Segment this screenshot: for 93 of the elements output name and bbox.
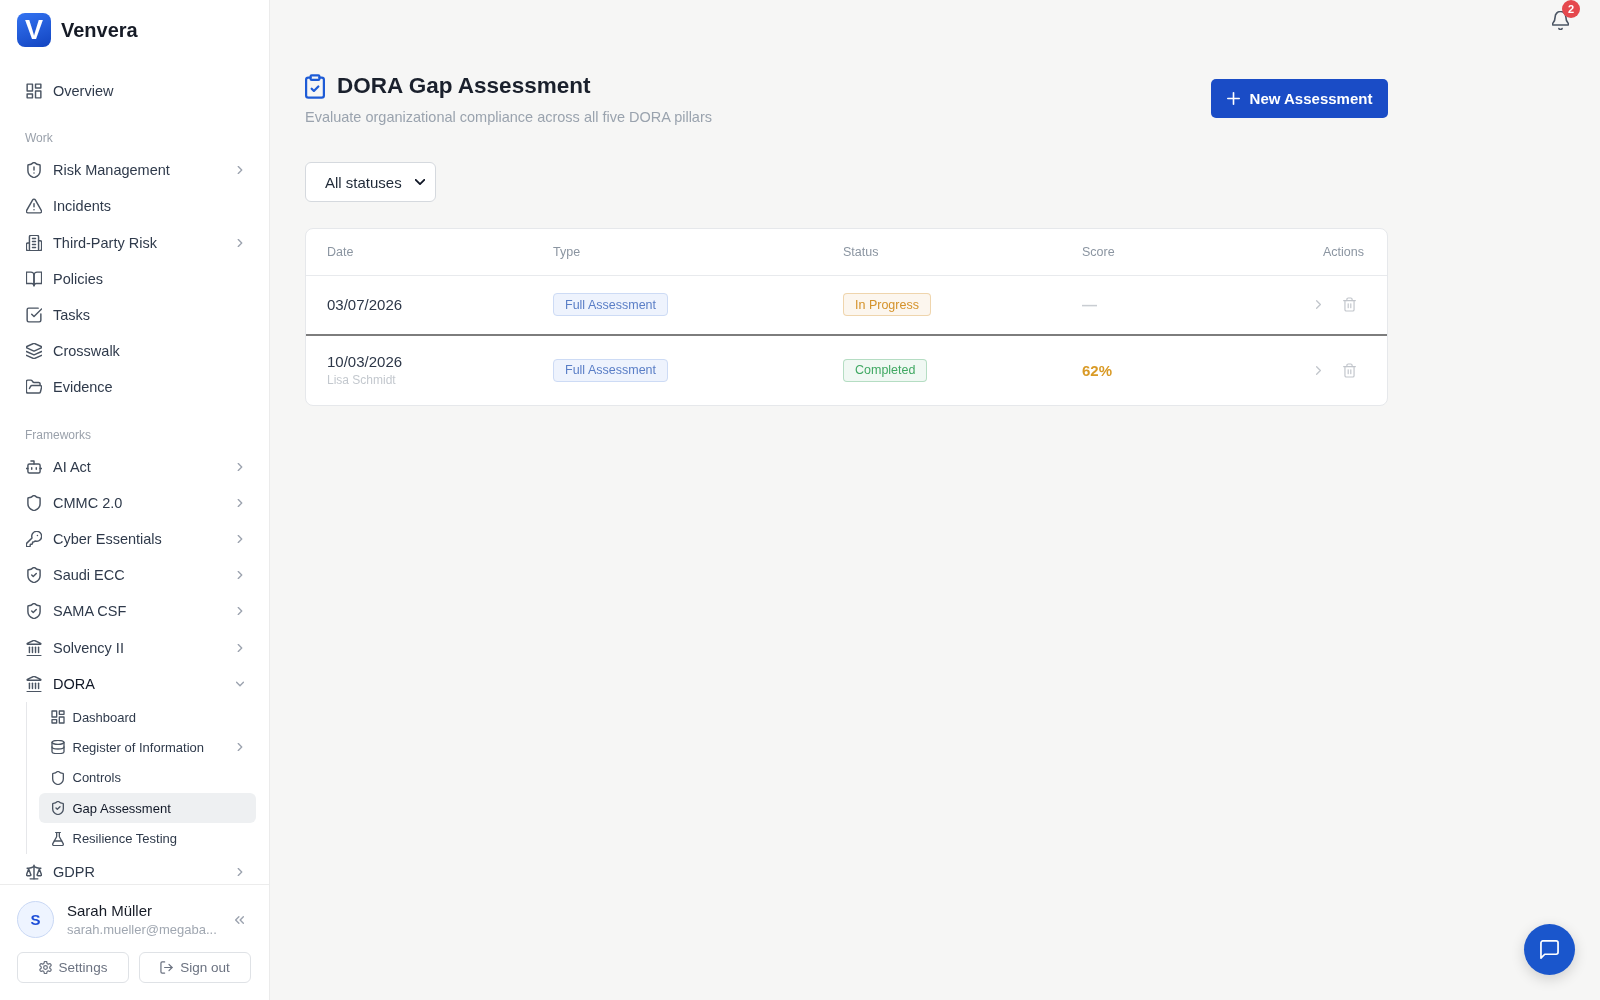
nav-item[interactable]: Policies — [17, 260, 256, 297]
status-badge: Completed — [843, 358, 928, 382]
chevron-right-icon[interactable] — [236, 462, 244, 471]
building-icon — [26, 234, 42, 251]
chevron-right-icon[interactable] — [236, 867, 244, 876]
status-filter-select[interactable]: All statuses — [305, 162, 436, 202]
nav-item[interactable]: Resilience Testing — [39, 823, 256, 854]
page-subtitle: Evaluate organizational compliance across all five DORA pillars — [305, 108, 712, 127]
folder-icon — [26, 379, 42, 396]
chevron-right-icon[interactable] — [1316, 300, 1321, 310]
chevron-right-icon[interactable] — [236, 166, 244, 175]
brand-name: Venvera — [61, 18, 138, 42]
date-text: 10/03/2026 — [327, 353, 403, 370]
chevron-right-icon[interactable] — [236, 498, 244, 507]
page-title: DORA Gap Assessment — [337, 72, 591, 100]
nav-item[interactable]: Saudi ECC — [17, 557, 256, 594]
layers-icon — [26, 343, 42, 360]
shield-exclamation-icon — [26, 162, 42, 179]
nav-item[interactable]: Controls — [39, 762, 256, 793]
column-header: Score — [1082, 245, 1115, 259]
shield-check-icon — [26, 603, 42, 620]
nav-item[interactable]: CMMC 2.0 — [17, 484, 256, 521]
nav-item[interactable]: Incidents — [17, 188, 256, 225]
robot-icon — [26, 458, 42, 475]
layout-grid-icon — [50, 710, 65, 724]
nav-item[interactable]: Overview — [17, 73, 256, 110]
flask-icon — [50, 831, 65, 846]
notification-count: 2 — [1562, 0, 1580, 18]
plus-icon — [1226, 91, 1240, 105]
user-email: sarah.mueller@megaba... — [67, 922, 218, 937]
chevron-down-icon[interactable] — [236, 679, 244, 688]
open-book-icon — [26, 270, 42, 287]
column-header: Status — [843, 245, 879, 259]
shield-icon — [26, 494, 42, 511]
scales-icon — [26, 863, 42, 880]
column-header: Actions — [1323, 245, 1364, 259]
type-tag: Full Assessment — [553, 293, 668, 317]
nav-item[interactable]: Evidence — [17, 369, 256, 406]
bank-icon — [26, 675, 42, 692]
new-assessment-button[interactable]: New Assessment — [1211, 78, 1388, 118]
nav-item[interactable]: Solvency II — [17, 629, 256, 666]
nav-item[interactable]: Crosswalk — [17, 333, 256, 370]
score-text: — — [1082, 296, 1097, 314]
nav-item[interactable]: Register of Information — [39, 732, 256, 763]
column-header: Type — [553, 245, 581, 259]
nav-item[interactable]: Third-Party Risk — [17, 224, 256, 261]
warning-triangle-icon — [26, 198, 42, 215]
nav-item[interactable]: GDPR — [17, 853, 256, 884]
chat-bubble-icon — [1540, 940, 1559, 959]
author-text: Lisa Schmidt — [327, 373, 397, 387]
settings-icon — [38, 961, 52, 974]
section-label: Frameworks — [24, 426, 92, 444]
user-avatar: S — [17, 901, 54, 938]
chevron-right-icon[interactable] — [1316, 365, 1321, 375]
nav-item[interactable]: Tasks — [17, 296, 256, 334]
status-badge: In Progress — [843, 293, 931, 317]
score-text: 62% — [1082, 361, 1113, 379]
user-name: Sarah Müller — [67, 902, 154, 919]
chevron-right-icon[interactable] — [236, 607, 244, 616]
notifications-bell-icon[interactable] — [1552, 11, 1569, 30]
trash-icon[interactable] — [1343, 362, 1356, 378]
nav-item[interactable]: AI Act — [17, 448, 256, 485]
shield-icon — [50, 770, 65, 785]
chevron-right-icon[interactable] — [236, 643, 244, 652]
chevron-right-icon[interactable] — [236, 571, 244, 580]
nav-item[interactable]: Dashboard — [39, 701, 256, 733]
chevron-down-icon — [415, 179, 425, 185]
chevron-right-icon[interactable] — [236, 534, 244, 543]
checkbox-icon — [26, 307, 42, 324]
shield-check-icon — [50, 801, 65, 816]
nav-item[interactable]: Gap Assessment — [39, 793, 256, 824]
column-header: Date — [327, 245, 354, 259]
settings-button[interactable]: Settings — [17, 952, 129, 983]
trash-icon[interactable] — [1343, 297, 1356, 313]
nav-item[interactable]: Cyber Essentials — [17, 520, 256, 558]
section-label: Work — [24, 130, 54, 148]
date-text: 03/07/2026 — [327, 296, 403, 314]
brand-logo: V — [17, 13, 51, 47]
shield-check-icon — [26, 567, 42, 584]
nav-item[interactable]: Risk Management — [17, 152, 256, 189]
chat-button[interactable] — [1524, 924, 1575, 975]
double-chevron-left-icon[interactable] — [235, 915, 244, 924]
nav-item[interactable]: DORA — [17, 665, 256, 702]
clipboard-check-icon — [305, 73, 325, 99]
layout-grid-icon — [26, 83, 42, 100]
database-icon — [50, 740, 65, 755]
chevron-right-icon[interactable] — [236, 238, 244, 247]
key-icon — [26, 530, 42, 547]
bank-icon — [26, 639, 42, 656]
nav-item[interactable]: SAMA CSF — [17, 593, 256, 630]
type-tag: Full Assessment — [553, 358, 668, 382]
chevron-right-icon[interactable] — [236, 743, 244, 752]
sign-out-button[interactable]: Sign out — [139, 952, 251, 983]
